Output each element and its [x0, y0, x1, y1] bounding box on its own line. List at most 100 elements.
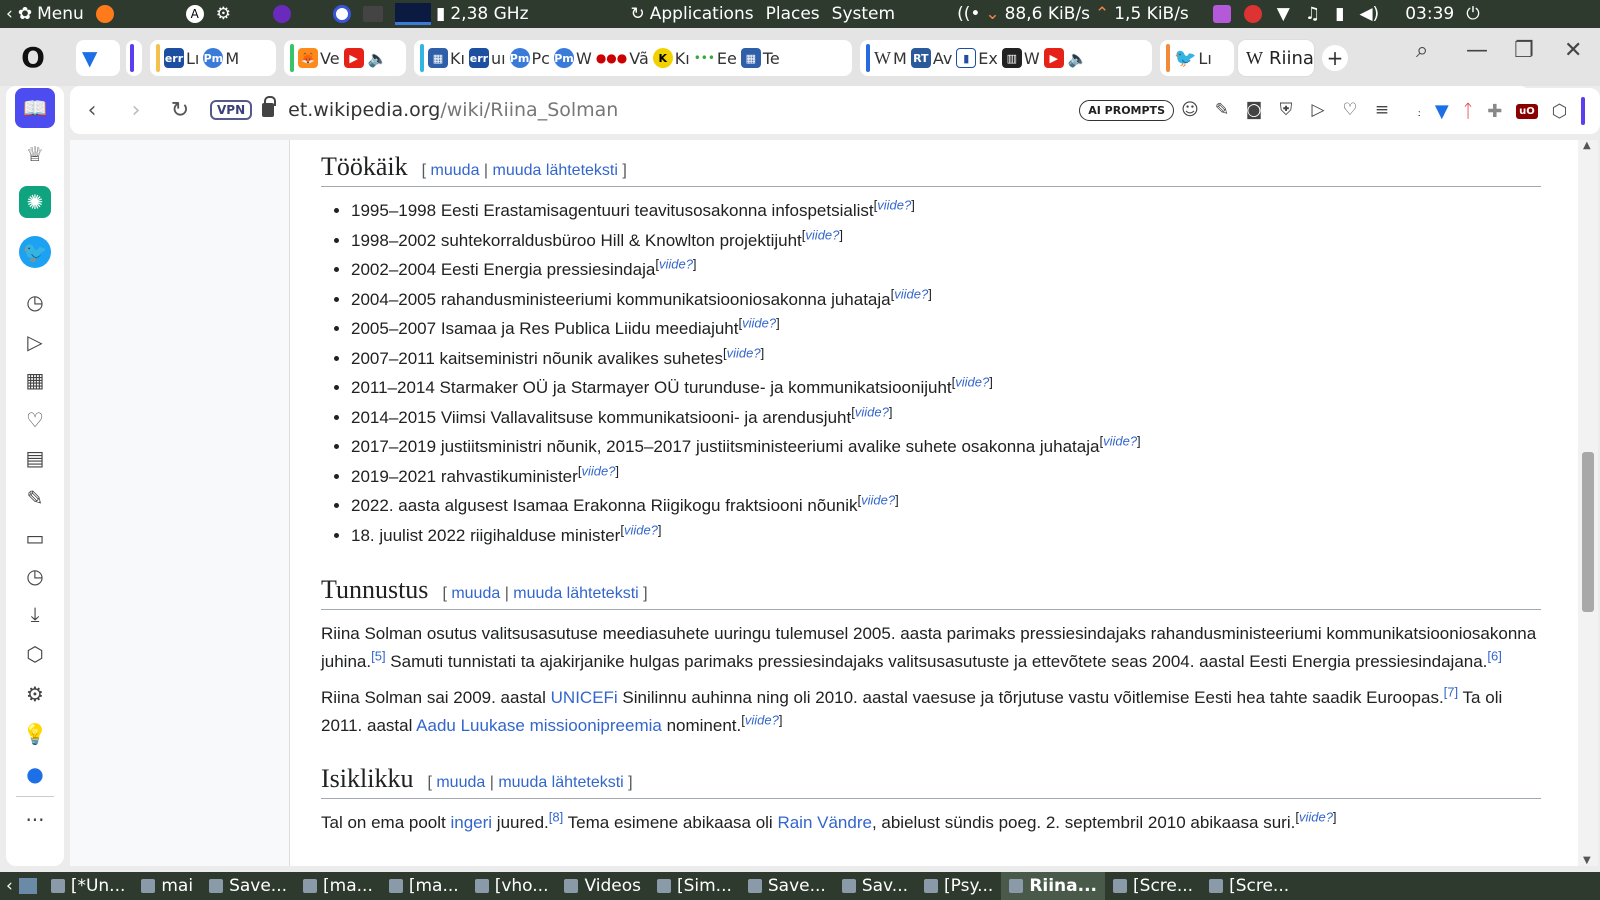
- citation-needed-link[interactable]: viide?: [877, 197, 911, 212]
- emoji-icon[interactable]: ☺: [1174, 100, 1206, 120]
- back-button[interactable]: ‹: [70, 98, 114, 123]
- messenger-icon[interactable]: ●: [19, 758, 51, 790]
- show-desktop-icon[interactable]: [18, 878, 37, 894]
- citation-needed-link[interactable]: viide?: [1299, 809, 1333, 824]
- taskbar-task[interactable]: [*Un...: [43, 872, 134, 900]
- maximize-icon[interactable]: ❐: [1514, 38, 1534, 63]
- tab[interactable]: Pm M: [203, 48, 239, 68]
- page-scrollbar[interactable]: ▲ ▼: [1578, 140, 1598, 866]
- tab[interactable]: K Kı: [652, 48, 690, 68]
- settings-icon[interactable]: ⚙: [19, 678, 51, 710]
- edit-link[interactable]: muuda: [431, 162, 480, 179]
- speaker-icon[interactable]: 🔈: [368, 49, 388, 68]
- tab-group-4[interactable]: WM RT Av ▮ Ex ▥ W ▶ 🔈: [860, 40, 1152, 76]
- youtube-icon[interactable]: ▶: [1043, 48, 1064, 68]
- player-icon[interactable]: ◷: [19, 286, 51, 318]
- youtube-icon[interactable]: ▶: [343, 48, 364, 68]
- chatgpt-icon[interactable]: ✺: [19, 186, 51, 218]
- edit-source-link[interactable]: muuda lähteteksti: [513, 585, 638, 602]
- speaker-icon[interactable]: 🔈: [1068, 49, 1088, 68]
- edit-icon[interactable]: ✎: [1206, 100, 1238, 120]
- tab[interactable]: Pm W: [553, 48, 592, 68]
- notification-bell-icon[interactable]: ♫: [1305, 4, 1320, 24]
- tab[interactable]: RT Av: [910, 48, 952, 68]
- citation-needed-link[interactable]: viide?: [805, 227, 839, 242]
- scroll-down-icon[interactable]: ▼: [1583, 855, 1591, 866]
- scrollbar-thumb[interactable]: [1582, 452, 1594, 612]
- tab-group-5[interactable]: 🐦 Lı: [1160, 40, 1234, 76]
- taskbar-task[interactable]: [ma...: [381, 872, 467, 900]
- scroll-up-icon[interactable]: ▲: [1583, 140, 1591, 151]
- power-button[interactable]: ⏻: [1460, 4, 1485, 24]
- system-menu[interactable]: System: [826, 4, 901, 24]
- applications-menu[interactable]: ↻ Applications: [625, 4, 760, 24]
- lock-icon[interactable]: [262, 96, 277, 117]
- close-icon[interactable]: ✕: [1564, 38, 1582, 63]
- forward-button[interactable]: ›: [114, 98, 158, 123]
- places-menu[interactable]: Places: [760, 4, 826, 24]
- tab-group-2[interactable]: 🦊 Ve ▶ 🔈: [284, 40, 406, 76]
- downloads-icon[interactable]: ⤓: [19, 598, 51, 630]
- taskbar-task[interactable]: Videos: [556, 872, 649, 900]
- edit-link[interactable]: muuda: [451, 585, 500, 602]
- pinboard-icon[interactable]: ✎: [19, 482, 51, 514]
- podcast-launcher[interactable]: [267, 5, 297, 23]
- accessibility-launcher[interactable]: A: [180, 5, 210, 23]
- tab[interactable]: WM: [874, 48, 907, 69]
- taskbar-task[interactable]: Sav...: [834, 872, 916, 900]
- twitter-icon[interactable]: 🐦: [19, 236, 51, 268]
- citation-needed-link[interactable]: viide?: [659, 256, 693, 271]
- chevron-left-icon[interactable]: ‹: [0, 876, 19, 896]
- citation-needed-link[interactable]: viide?: [1103, 433, 1137, 448]
- tab[interactable]: Pm Pc: [509, 48, 550, 68]
- cube-icon[interactable]: ⬡: [1552, 101, 1568, 122]
- ingrian-link[interactable]: ingeri: [450, 813, 492, 832]
- lightbulb-icon[interactable]: 💡: [19, 718, 51, 750]
- main-menu[interactable]: ‹ ✿ Menu: [0, 4, 90, 24]
- speed-dial-icon[interactable]: ▦: [19, 364, 51, 396]
- audio-app-icon[interactable]: [1212, 5, 1231, 23]
- unicef-link[interactable]: UNICEFi: [551, 688, 618, 707]
- terminal-launcher[interactable]: [357, 6, 389, 22]
- puzzle-icon[interactable]: ✚: [1487, 101, 1502, 122]
- bookmarks-heart-icon[interactable]: ♡: [19, 404, 51, 436]
- tab[interactable]: 🦊 Ve: [298, 48, 340, 68]
- send-icon[interactable]: ▷: [1302, 100, 1334, 120]
- tab[interactable]: ●●● Vã: [596, 49, 649, 68]
- reference-link[interactable]: [6]: [1487, 648, 1501, 663]
- history-icon[interactable]: ◷: [19, 560, 51, 592]
- citation-needed-link[interactable]: viide?: [742, 315, 776, 330]
- spouse-link[interactable]: Rain Vändre: [777, 813, 872, 832]
- tab-pinned-vivaldi[interactable]: ▼: [76, 40, 120, 76]
- send-icon[interactable]: ▷: [19, 326, 51, 358]
- citation-needed-link[interactable]: viide?: [727, 345, 761, 360]
- taskbar-task[interactable]: [ma...: [295, 872, 381, 900]
- ai-prompts-button[interactable]: AI PROMPTS: [1079, 99, 1174, 121]
- minimize-icon[interactable]: —: [1466, 38, 1488, 63]
- camera-icon[interactable]: ◙: [1238, 100, 1270, 120]
- edit-source-link[interactable]: muuda lähteteksti: [493, 162, 618, 179]
- reference-link[interactable]: [5]: [371, 648, 385, 663]
- playlist-icon[interactable]: ≡: [1366, 100, 1398, 120]
- opera-logo-icon[interactable]: O: [14, 38, 52, 76]
- tab[interactable]: ▥ W: [1001, 48, 1040, 68]
- tab[interactable]: err uı: [468, 48, 506, 68]
- url-field[interactable]: et.wikipedia.org/wiki/Riina_Solman: [288, 99, 618, 121]
- taskbar-task[interactable]: [Psy...: [916, 872, 1001, 900]
- battery-icon[interactable]: ▮: [1335, 4, 1344, 24]
- taskbar-task[interactable]: [Scre...: [1105, 872, 1201, 900]
- vivaldi-extension-icon[interactable]: ▼: [1435, 101, 1449, 122]
- settings-launcher[interactable]: ⚙: [210, 4, 237, 24]
- taskbar-task[interactable]: [Sim...: [649, 872, 740, 900]
- chevron-left-icon[interactable]: ‹: [6, 4, 13, 24]
- edit-source-link[interactable]: muuda lähteteksti: [498, 774, 623, 791]
- tab-group-1[interactable]: err Lı Pm M: [150, 40, 276, 76]
- news-icon[interactable]: ▤: [19, 442, 51, 474]
- tabs-icon[interactable]: ▭: [19, 522, 51, 554]
- heart-icon[interactable]: ♡: [1334, 100, 1366, 120]
- taskbar-task[interactable]: Save...: [201, 872, 295, 900]
- tab[interactable]: ▮ Ex: [956, 48, 998, 68]
- tab-group-3[interactable]: ▦ Kı err uı Pm Pc Pm W ●●● Vã K Kı ••• Ee ▦ Te: [414, 40, 852, 76]
- clock[interactable]: 03:39: [1399, 4, 1460, 24]
- tab[interactable]: 🐦 Lı: [1174, 48, 1212, 69]
